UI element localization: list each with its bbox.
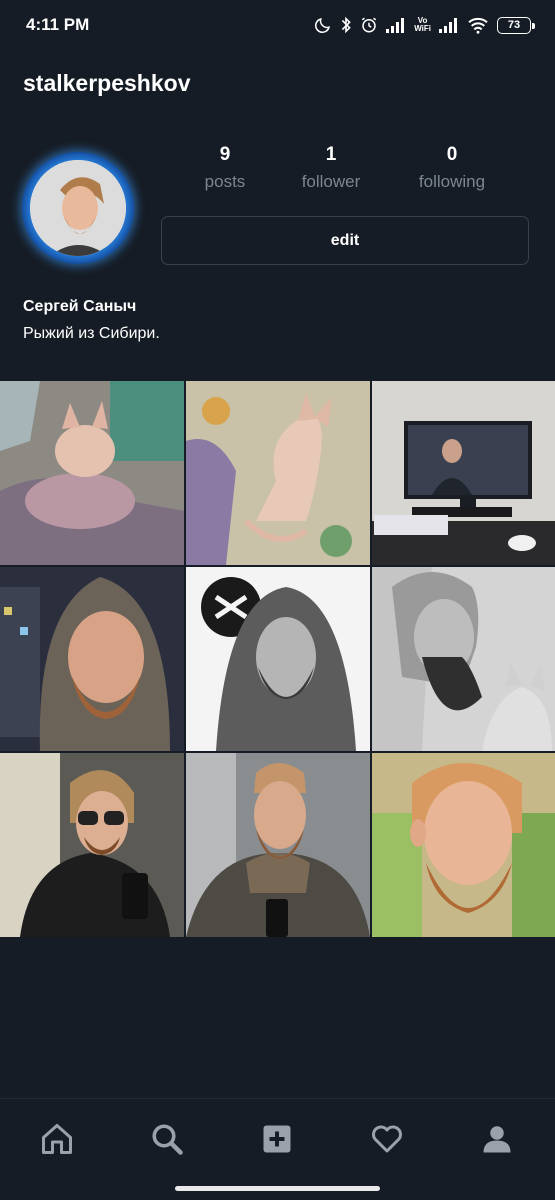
signal-icon (386, 17, 406, 33)
edit-profile-button[interactable]: edit (161, 216, 529, 265)
stat-followers[interactable]: 1 follower (271, 144, 391, 192)
post-image (0, 753, 184, 937)
profile-full-name: Сергей Саныч (23, 298, 137, 315)
stat-label: following (418, 172, 486, 191)
volte-bottom-text: WiFi (414, 24, 431, 33)
status-time: 4:11 PM (26, 15, 90, 34)
post-image (186, 753, 370, 937)
status-icons: Vo WiFi 73 (314, 16, 535, 34)
stat-value: 1 (325, 144, 337, 165)
stat-value: 0 (446, 144, 458, 165)
post-image (372, 567, 555, 751)
bottom-navigation (0, 1098, 555, 1200)
post-image (0, 567, 184, 751)
profile-screen: 4:11 PM Vo WiFi 73 stalkerpeshkov 9 post… (0, 0, 555, 1200)
moon-icon (314, 16, 332, 34)
post-thumbnail[interactable] (186, 567, 370, 751)
add-post-icon[interactable] (257, 1119, 297, 1159)
post-thumbnail[interactable] (372, 753, 555, 937)
post-image (0, 381, 184, 565)
post-thumbnail[interactable] (186, 753, 370, 937)
post-image (372, 381, 555, 565)
stat-label: posts (204, 172, 246, 191)
post-thumbnail[interactable] (0, 567, 184, 751)
battery-icon: 73 (497, 16, 535, 34)
signal-icon (439, 17, 459, 33)
post-image (186, 381, 370, 565)
avatar (30, 160, 126, 256)
wifi-icon (467, 16, 489, 34)
bluetooth-icon (340, 16, 352, 34)
heart-icon[interactable] (367, 1119, 407, 1159)
post-image (372, 753, 555, 937)
stat-posts[interactable]: 9 posts (165, 144, 285, 192)
post-thumbnail[interactable] (372, 567, 555, 751)
volte-wifi-icon: Vo WiFi (414, 17, 431, 33)
search-icon[interactable] (147, 1119, 187, 1159)
stat-following[interactable]: 0 following (392, 144, 512, 192)
post-thumbnail[interactable] (186, 381, 370, 565)
status-bar: 4:11 PM Vo WiFi 73 (0, 0, 555, 50)
battery-level: 73 (507, 19, 521, 31)
post-thumbnail[interactable] (0, 381, 184, 565)
profile-icon[interactable] (477, 1119, 517, 1159)
stat-value: 9 (219, 144, 231, 165)
gesture-bar[interactable] (175, 1186, 380, 1191)
posts-grid (0, 381, 555, 937)
home-icon[interactable] (37, 1119, 77, 1159)
profile-username: stalkerpeshkov (23, 70, 191, 96)
post-image (186, 567, 370, 751)
profile-stats: 9 posts 1 follower 0 following (165, 144, 525, 200)
post-thumbnail[interactable] (372, 381, 555, 565)
post-thumbnail[interactable] (0, 753, 184, 937)
stat-label: follower (301, 172, 361, 191)
alarm-icon (360, 16, 378, 34)
profile-bio: Рыжий из Сибири. (23, 325, 160, 342)
avatar-ring[interactable] (22, 152, 134, 264)
